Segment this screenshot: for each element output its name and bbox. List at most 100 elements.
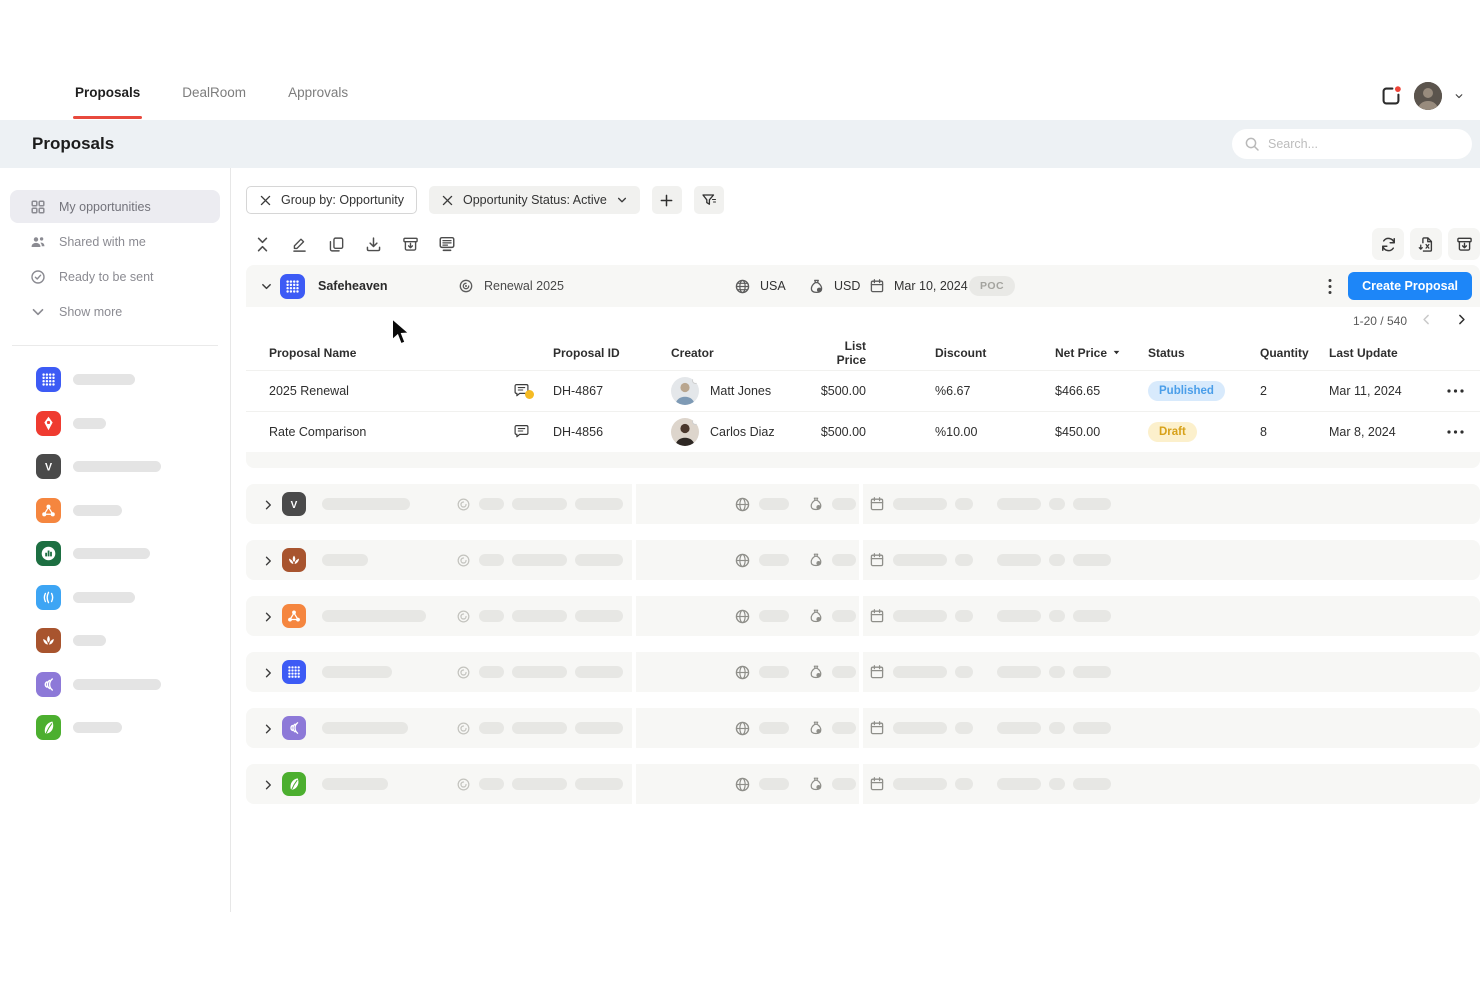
tab-approvals[interactable]: Approvals <box>288 85 348 120</box>
archive-icon[interactable] <box>401 235 419 253</box>
sidebar-item-shared-with-me[interactable]: Shared with me <box>10 225 220 258</box>
archive-box-icon[interactable] <box>1448 228 1480 260</box>
table-row[interactable]: 2025 Renewal DH-4867 Matt Jones $500.00 … <box>246 370 1480 411</box>
row-menu-kebab-icon[interactable] <box>1447 389 1480 393</box>
collapse-all-icon[interactable] <box>253 235 271 253</box>
col-net-price[interactable]: Net Price <box>1055 346 1148 360</box>
pagination-next-icon[interactable] <box>1455 313 1468 329</box>
refresh-icon[interactable] <box>1372 228 1404 260</box>
user-avatar[interactable] <box>1414 82 1442 110</box>
proposal-name[interactable]: Rate Comparison <box>269 425 513 439</box>
col-proposal-name[interactable]: Proposal Name <box>269 346 513 360</box>
creator-avatar <box>671 377 699 405</box>
company-name-skeleton <box>73 418 106 429</box>
group-name-skeleton <box>322 778 388 790</box>
row-menu-kebab-icon[interactable] <box>1447 430 1480 434</box>
pagination-prev-icon[interactable] <box>1420 313 1433 329</box>
export-excel-icon[interactable] <box>1410 228 1442 260</box>
collapse-group-chevron-icon[interactable] <box>260 265 273 307</box>
sidebar-company-item[interactable] <box>0 358 230 402</box>
opportunity-group-card: Safeheaven Renewal 2025 USA USD <box>246 265 1480 468</box>
quantity: 8 <box>1260 425 1329 439</box>
currency-info: USD <box>808 265 860 307</box>
country-skeleton-cluster <box>734 484 789 524</box>
sidebar-company-item[interactable]: V <box>0 445 230 489</box>
sidebar-item-show-more[interactable]: Show more <box>10 295 220 328</box>
notifications-panel-icon[interactable] <box>1380 85 1402 107</box>
collapsed-group-row[interactable] <box>246 540 1480 580</box>
expand-group-chevron-icon[interactable] <box>262 722 274 740</box>
sidebar-item-ready-to-be-sent[interactable]: Ready to be sent <box>10 260 220 293</box>
expand-group-chevron-icon[interactable] <box>262 554 274 572</box>
col-creator[interactable]: Creator <box>671 346 816 360</box>
group-menu-kebab-icon[interactable] <box>1322 275 1338 297</box>
user-menu-caret-icon[interactable] <box>1454 91 1464 101</box>
expand-group-chevron-icon[interactable] <box>262 498 274 516</box>
sidebar-company-item[interactable] <box>0 619 230 663</box>
comment-icon[interactable] <box>513 387 530 401</box>
edit-icon[interactable] <box>290 235 308 253</box>
collapsed-group-row[interactable] <box>246 596 1480 636</box>
close-icon[interactable] <box>441 194 454 207</box>
col-discount[interactable]: Discount <box>935 346 1055 360</box>
sidebar: My opportunities Shared with me Ready to… <box>0 168 231 912</box>
copy-icon[interactable] <box>327 235 345 253</box>
col-quantity[interactable]: Quantity <box>1260 346 1329 360</box>
sidebar-item-my-opportunities[interactable]: My opportunities <box>10 190 220 223</box>
filter-funnel-button[interactable] <box>694 186 724 214</box>
col-list-price[interactable]: List Price <box>816 339 866 367</box>
collapsed-group-row[interactable]: V <box>246 484 1480 524</box>
creator-cell: Matt Jones <box>671 377 816 405</box>
table-row[interactable]: Rate Comparison DH-4856 Carlos Diaz $500… <box>246 411 1480 452</box>
sidebar-company-item[interactable] <box>0 402 230 446</box>
col-proposal-id[interactable]: Proposal ID <box>553 346 671 360</box>
sidebar-company-item[interactable] <box>0 663 230 707</box>
expand-group-chevron-icon[interactable] <box>262 778 274 796</box>
tab-dealroom[interactable]: DealRoom <box>182 85 246 120</box>
money-bag-icon <box>808 720 824 736</box>
add-filter-button[interactable] <box>652 186 682 214</box>
proposal-name[interactable]: 2025 Renewal <box>269 384 513 398</box>
sidebar-company-item[interactable] <box>0 706 230 750</box>
comment-icon[interactable] <box>513 428 530 442</box>
calendar-icon <box>869 552 885 568</box>
sidebar-company-item[interactable] <box>0 489 230 533</box>
collapsed-group-row[interactable] <box>246 652 1480 692</box>
col-status[interactable]: Status <box>1148 346 1260 360</box>
sidebar-company-item[interactable] <box>0 576 230 620</box>
display-icon[interactable] <box>438 235 456 253</box>
top-nav: Proposals DealRoom Approvals <box>0 0 1480 120</box>
search-input[interactable] <box>1268 137 1460 151</box>
calendar-icon <box>869 776 885 792</box>
opportunity-skeleton-cluster <box>456 764 623 804</box>
company-name-skeleton <box>73 635 106 646</box>
calendar-icon <box>869 496 885 512</box>
expand-group-chevron-icon[interactable] <box>262 610 274 628</box>
money-bag-icon <box>808 496 824 512</box>
waves-logo-icon <box>36 672 61 697</box>
network-logo-icon <box>282 604 306 628</box>
date-skeleton-cluster <box>869 596 1111 636</box>
opportunity-target-icon <box>456 665 471 680</box>
collapsed-group-row[interactable] <box>246 708 1480 748</box>
tab-proposals[interactable]: Proposals <box>75 85 140 120</box>
sidebar-divider <box>12 345 218 346</box>
expand-group-chevron-icon[interactable] <box>262 666 274 684</box>
opportunity-skeleton-cluster <box>456 708 623 748</box>
table-header-row: Proposal Name Proposal ID Creator List P… <box>246 335 1480 370</box>
filter-chip-opportunity-status[interactable]: Opportunity Status: Active <box>429 186 640 214</box>
filter-chip-group-by[interactable]: Group by: Opportunity <box>246 186 417 214</box>
create-proposal-button[interactable]: Create Proposal <box>1348 272 1472 300</box>
col-last-update[interactable]: Last Update <box>1329 346 1447 360</box>
download-icon[interactable] <box>364 235 382 253</box>
discount: %6.67 <box>935 384 1055 398</box>
toolbar <box>246 228 1480 260</box>
collapsed-group-row[interactable] <box>246 764 1480 804</box>
chevron-down-icon[interactable] <box>616 194 628 206</box>
sidebar-company-item[interactable] <box>0 532 230 576</box>
opportunity-target-icon <box>456 721 471 736</box>
close-icon[interactable] <box>259 194 272 207</box>
filter-chip-label: Opportunity Status: Active <box>463 193 607 207</box>
discount: %10.00 <box>935 425 1055 439</box>
list-price: $500.00 <box>816 425 866 439</box>
